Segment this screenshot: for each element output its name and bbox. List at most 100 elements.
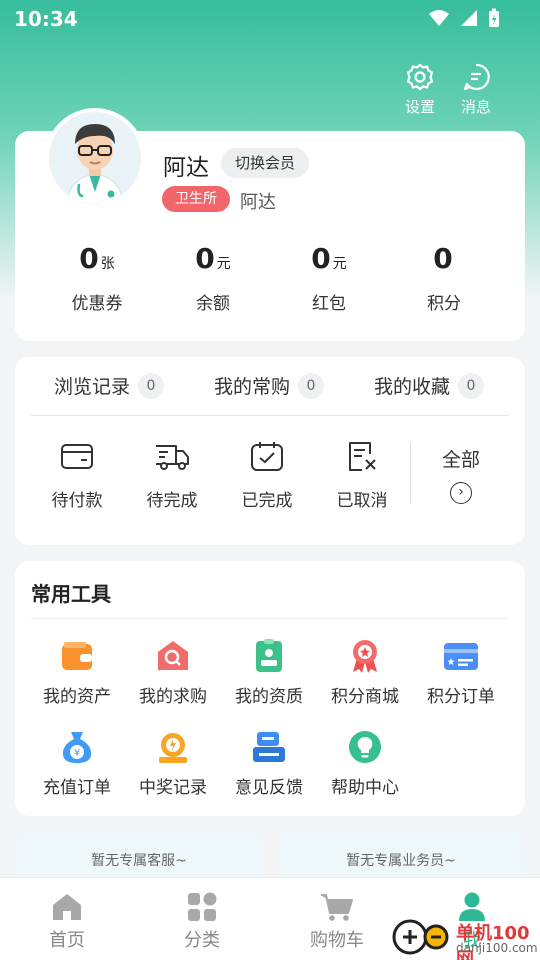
order-to-complete[interactable]: 待完成 [127, 440, 217, 511]
tab-home[interactable]: 首页 [17, 892, 117, 952]
stat-label: 积分 [427, 294, 461, 314]
stat-value: 0 [311, 242, 331, 275]
watermark-logo [392, 919, 449, 955]
lightbulb-icon [349, 731, 381, 763]
customer-service-text: 暂无专属客服~ [91, 853, 187, 869]
stat-unit: 元 [216, 256, 231, 272]
record-label: 浏览记录 [54, 376, 131, 398]
tab-label: 首页 [49, 930, 85, 951]
status-icons [428, 8, 500, 28]
chevron-right-circle-icon: › [450, 482, 472, 504]
truck-icon [156, 445, 189, 470]
search-house-icon [158, 641, 188, 670]
order-cancelled[interactable]: 已取消 [317, 440, 407, 511]
wifi-icon [429, 10, 449, 26]
home-icon [53, 894, 81, 920]
order-label: 待完成 [146, 491, 198, 511]
money-bag-icon: ¥ [62, 732, 92, 763]
tool-my-qualifications[interactable]: 我的资质 [221, 638, 317, 707]
tool-feedback[interactable]: 意见反馈 [221, 729, 317, 798]
gear-icon [406, 63, 434, 91]
vertical-divider [410, 443, 411, 503]
tool-my-requests[interactable]: 我的求购 [125, 638, 221, 707]
card-icon [444, 643, 478, 670]
order-label: 已取消 [336, 491, 388, 511]
tab-label: 分类 [184, 930, 220, 951]
tool-prize-records[interactable]: 中奖记录 [125, 729, 221, 798]
all-orders-label: 全部 [441, 449, 480, 471]
stat-value: 0 [195, 242, 215, 275]
avatar[interactable] [45, 108, 145, 208]
tool-label: 我的资产 [43, 687, 111, 707]
my-favorites[interactable]: 我的收藏 0 [374, 372, 485, 399]
status-time: 10:34 [14, 7, 78, 31]
wallet-orange-icon [62, 642, 92, 670]
tool-points-mall[interactable]: 积分商城 [317, 638, 413, 707]
trophy-icon [159, 733, 187, 763]
order-label: 待付款 [51, 491, 103, 511]
tool-label: 积分订单 [427, 687, 495, 707]
wallet-icon [61, 444, 93, 469]
stat-value: 0 [433, 242, 453, 275]
stat-label: 红包 [312, 294, 346, 314]
stat-label: 余额 [196, 294, 230, 314]
cancel-doc-icon [349, 442, 376, 471]
tab-category[interactable]: 分类 [152, 892, 252, 952]
frequent-purchases[interactable]: 我的常购 0 [214, 372, 325, 399]
id-badge-icon [256, 639, 282, 672]
doctor-avatar-icon [66, 124, 124, 204]
stat-points[interactable]: 0 积分 [384, 242, 504, 314]
record-label: 我的常购 [214, 376, 291, 398]
org-name: 阿达 [240, 192, 276, 213]
tool-label: 帮助中心 [331, 778, 399, 798]
stat-coupons[interactable]: 0张 优惠券 [37, 242, 157, 314]
switch-member-button[interactable]: 切换会员 [221, 148, 310, 178]
tool-my-assets[interactable]: 我的资产 [29, 638, 125, 707]
feedback-box-icon [253, 732, 285, 762]
record-count: 0 [298, 372, 325, 399]
messages-button[interactable]: 消息 [448, 62, 504, 117]
tab-label: 购物车 [310, 930, 364, 951]
browse-history[interactable]: 浏览记录 0 [54, 372, 165, 399]
org-tag: 卫生所 [162, 186, 230, 212]
settings-label: 设置 [404, 98, 435, 116]
tool-label: 中奖记录 [139, 778, 207, 798]
settings-button[interactable]: 设置 [392, 62, 448, 117]
tool-label: 积分商城 [331, 687, 399, 707]
divider [31, 618, 509, 619]
divider [31, 415, 509, 416]
svg-text:¥: ¥ [74, 748, 80, 759]
order-completed[interactable]: 已完成 [222, 440, 312, 511]
tool-label: 充值订单 [43, 778, 111, 798]
tool-help-center[interactable]: 帮助中心 [317, 729, 413, 798]
tool-label: 意见反馈 [235, 778, 303, 798]
user-name: 阿达 [163, 155, 209, 181]
record-label: 我的收藏 [374, 376, 451, 398]
medal-icon [353, 640, 377, 673]
tool-label: 我的资质 [235, 687, 303, 707]
message-icon [463, 63, 490, 91]
stat-value: 0 [79, 242, 99, 275]
cart-icon [321, 894, 353, 921]
all-orders-button[interactable]: 全部 › [430, 445, 492, 504]
salesperson-text: 暂无专属业务员~ [346, 853, 456, 869]
order-pending-payment[interactable]: 待付款 [32, 440, 122, 511]
watermark-url: danji100.com [456, 941, 538, 955]
stat-unit: 张 [100, 256, 115, 272]
battery-icon [489, 8, 499, 27]
category-icon [188, 892, 217, 921]
watermark: 单机100网 danji100.com [390, 915, 540, 960]
signal-icon [461, 10, 477, 26]
stat-red-packet[interactable]: 0元 红包 [269, 242, 389, 314]
tool-points-orders[interactable]: 积分订单 [413, 638, 509, 707]
stat-label: 优惠券 [71, 294, 123, 314]
messages-label: 消息 [460, 98, 491, 116]
record-count: 0 [138, 372, 165, 399]
order-label: 已完成 [241, 491, 293, 511]
tools-title: 常用工具 [31, 582, 111, 606]
checked-box-icon [251, 442, 283, 471]
record-count: 0 [458, 372, 485, 399]
tab-cart[interactable]: 购物车 [287, 892, 387, 952]
tool-recharge-orders[interactable]: ¥ 充值订单 [29, 729, 125, 798]
stat-balance[interactable]: 0元 余额 [153, 242, 273, 314]
